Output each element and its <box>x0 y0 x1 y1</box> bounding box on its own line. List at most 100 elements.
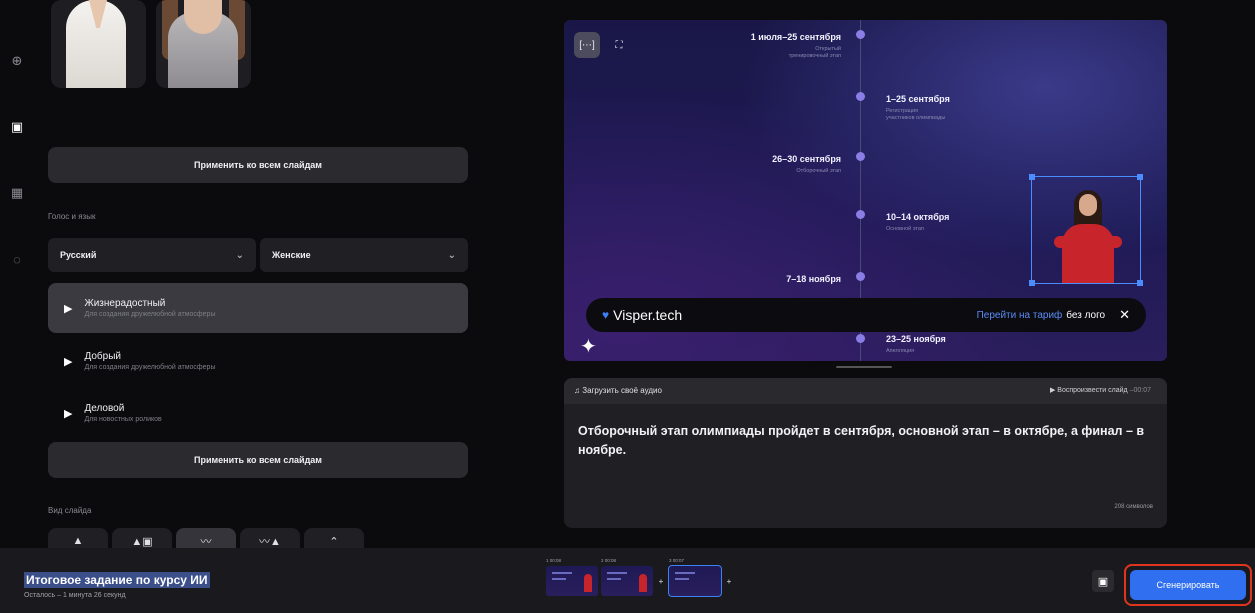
language-value: Русский <box>60 250 97 260</box>
timeline-desc: Регистрация участников олимпиады <box>886 108 945 122</box>
timeline-desc-line: тренировочный этап <box>788 53 841 60</box>
voice-description: Для создания дружелюбной атмосферы <box>84 364 216 371</box>
music-icon: ◌ <box>13 251 21 267</box>
save-button[interactable]: ▣ <box>1092 570 1114 592</box>
avatar-option-gray-top[interactable] <box>156 0 251 88</box>
voice-option-cheerful[interactable]: ▶ Жизнерадостный Для создания дружелюбно… <box>48 283 468 333</box>
voice-description: Для новостных роликов <box>84 416 162 423</box>
voice-section-label: Голос и язык <box>48 212 96 221</box>
voice-option-kind[interactable]: ▶ Добрый Для создания дружелюбной атмосф… <box>48 336 468 386</box>
apply-voice-all-button[interactable]: Применить ко всем слайдам <box>48 442 468 478</box>
slide-filmstrip: 1 00:08 2 00:08 + 3 00:07 + <box>546 558 734 597</box>
fullscreen-button[interactable]: ⛶ <box>606 32 632 58</box>
slide-minimal-icon: ⌃ <box>329 535 339 548</box>
fullscreen-icon: ⛶ <box>615 39 623 51</box>
play-icon[interactable]: ▶ <box>64 355 72 368</box>
slide-view-options: ▲ ▲▣ 〰 〰▲ ⌃ <box>48 528 364 548</box>
thumb-line <box>607 572 627 574</box>
generate-highlight: Сгенерировать <box>1124 564 1252 606</box>
timeline-dot <box>856 30 865 39</box>
voice-option-business[interactable]: ▶ Деловой Для новостных роликов <box>48 388 468 438</box>
slide-thumb-image <box>668 565 722 597</box>
slide-thumb-image <box>601 566 653 596</box>
close-icon[interactable]: ✕ <box>1119 307 1130 323</box>
resize-handle[interactable] <box>1029 174 1035 180</box>
slide-thumbnail-current[interactable]: 3 00:07 <box>668 558 722 597</box>
language-select[interactable]: Русский ⌄ <box>48 238 256 272</box>
timeline-dot <box>856 92 865 101</box>
slide-thumb-image <box>546 566 598 596</box>
left-rail: ⊕ ▣ ▦ ◌ <box>0 0 34 548</box>
play-icon[interactable]: ▶ <box>64 302 72 315</box>
timeline-desc: Основной этап <box>886 226 924 232</box>
gender-select[interactable]: Женские ⌄ <box>260 238 468 272</box>
plus-circle-icon: ⊕ <box>11 53 23 68</box>
resize-divider[interactable] <box>836 366 892 368</box>
script-text[interactable]: Отборочный этап олимпиады пройдет в сент… <box>578 422 1153 461</box>
watermark-brand: Visper.tech <box>613 307 683 323</box>
rail-item-layouts[interactable]: ▦ <box>0 184 34 202</box>
timeline-dot <box>856 210 865 219</box>
timeline-desc-line: участников олимпиады <box>886 115 946 122</box>
avatar-selection-box[interactable] <box>1029 174 1143 286</box>
play-icon[interactable]: ▶ <box>64 407 72 420</box>
resize-handle[interactable] <box>1029 280 1035 286</box>
view-slide-minimal[interactable]: ⌃ <box>304 528 364 548</box>
time-remaining: Осталось – 1 минута 26 секунд <box>24 592 126 599</box>
avatar-center-icon: ▲ <box>72 535 84 547</box>
rail-item-music[interactable]: ◌ <box>0 250 34 268</box>
upload-audio-button[interactable]: ♫ Загрузить своё аудио <box>574 386 662 395</box>
resize-handle[interactable] <box>1137 280 1143 286</box>
timeline-dot <box>856 152 865 161</box>
timeline-date: 23–25 ноября <box>886 334 946 344</box>
project-title[interactable]: Итоговое задание по курсу ИИ <box>24 572 210 588</box>
watermark-banner: ♥ Visper.tech Перейти на тариф без лого … <box>586 298 1146 332</box>
slide-preview[interactable]: [⋯] ⛶ 1 июля–25 сентября Открытый тренир… <box>564 20 1167 361</box>
timeline-date: 26–30 сентября <box>772 154 841 164</box>
char-count: 208 символов <box>1114 504 1153 510</box>
timeline-date: 1–25 сентября <box>886 94 950 104</box>
add-slide-icon[interactable]: + <box>724 566 734 596</box>
voice-text: Добрый Для создания дружелюбной атмосфер… <box>84 351 215 371</box>
slide-thumbnail[interactable]: 1 00:08 <box>546 558 598 596</box>
slide-view-label: Вид слайда <box>48 506 92 515</box>
avatar-slide-icon: ▲▣ <box>131 535 153 548</box>
crop-tool-button[interactable]: [⋯] <box>574 32 600 58</box>
timeline-dot <box>856 334 865 343</box>
view-slide-only[interactable]: 〰 <box>176 528 236 548</box>
add-slide-icon[interactable]: + <box>656 566 666 596</box>
timeline-date: 1 июля–25 сентября <box>750 32 841 42</box>
avatar-option-white-shirt[interactable] <box>51 0 146 88</box>
thumb-line <box>552 578 566 580</box>
music-note-icon: ♫ <box>574 386 583 395</box>
generate-button[interactable]: Сгенерировать <box>1130 570 1246 600</box>
resize-handle[interactable] <box>1137 174 1143 180</box>
view-avatar-with-slide[interactable]: ▲▣ <box>112 528 172 548</box>
thumb-line <box>675 578 689 580</box>
thumb-line <box>607 578 621 580</box>
thumb-avatar <box>639 574 647 592</box>
upload-audio-label: Загрузить своё аудио <box>582 386 662 395</box>
grid-icon: ▦ <box>10 185 24 200</box>
apply-avatar-all-button[interactable]: Применить ко всем слайдам <box>48 147 468 183</box>
chevron-down-icon: ⌄ <box>235 249 244 261</box>
rail-item-avatars[interactable]: ▣ <box>0 118 34 136</box>
voice-text: Жизнерадостный Для создания дружелюбной … <box>84 298 215 318</box>
thumb-line <box>675 572 695 574</box>
upgrade-plan-link[interactable]: Перейти на тариф <box>977 310 1063 321</box>
crop-icon: [⋯] <box>579 39 595 51</box>
play-slide-button[interactable]: ▶ Воспроизвести слайд –00:07 <box>1050 386 1151 394</box>
voice-name: Деловой <box>84 403 125 414</box>
timeline-desc-line: Регистрация <box>886 108 919 114</box>
timeline-date: 10–14 октября <box>886 212 950 222</box>
view-avatar-only[interactable]: ▲ <box>48 528 108 548</box>
view-slide-avatar-right[interactable]: 〰▲ <box>240 528 300 548</box>
editor-header: ♫ Загрузить своё аудио ▶ Воспроизвести с… <box>564 378 1167 404</box>
slide-thumbnail[interactable]: 2 00:08 <box>601 558 653 596</box>
thumb-avatar <box>584 574 592 592</box>
script-editor[interactable]: ♫ Загрузить своё аудио ▶ Воспроизвести с… <box>564 378 1167 528</box>
rail-item-add[interactable]: ⊕ <box>0 52 34 70</box>
settings-panel: Применить ко всем слайдам Голос и язык Р… <box>34 0 504 548</box>
slide-time: 1 00:08 <box>546 558 562 563</box>
heart-icon: ♥ <box>602 308 610 322</box>
